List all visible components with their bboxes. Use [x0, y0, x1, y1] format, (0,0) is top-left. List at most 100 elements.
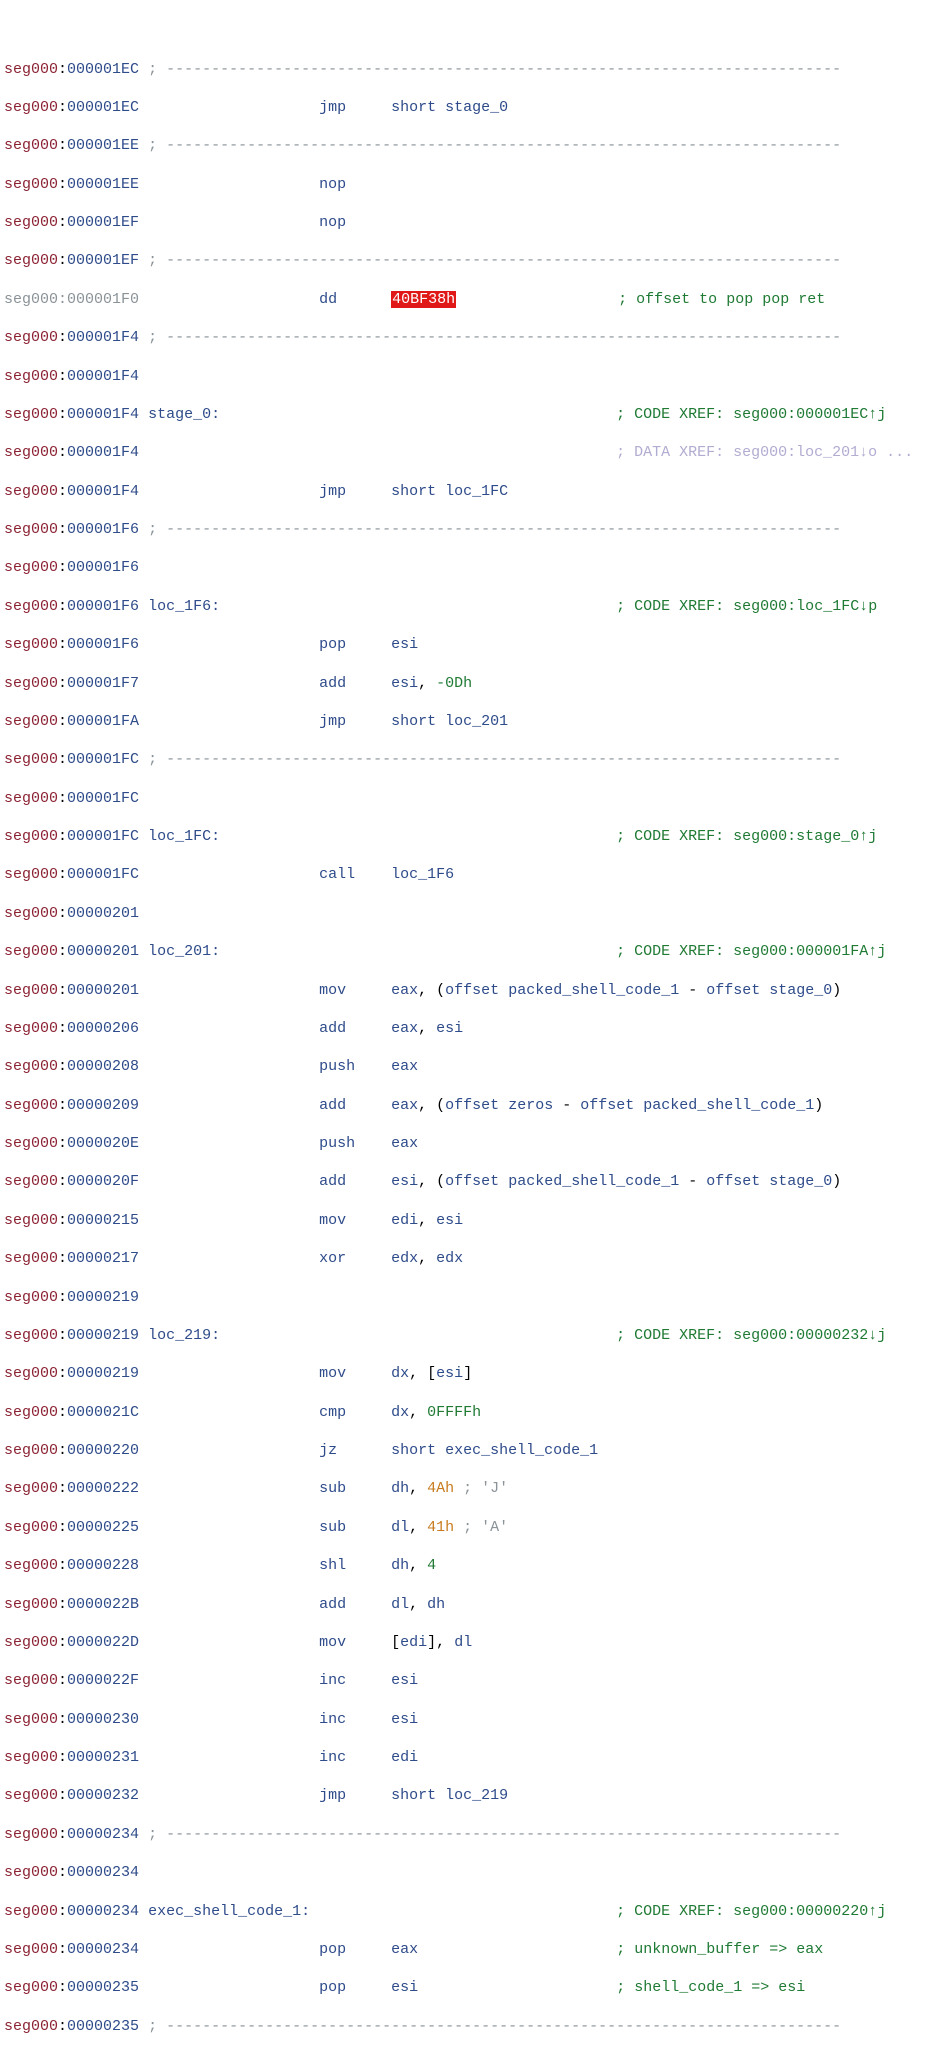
symbol-ref[interactable]: loc_219: — [148, 1327, 220, 1344]
symbol-ref[interactable]: loc_1F6: — [148, 598, 220, 615]
asm-line[interactable]: seg000:0000021C cmp dx, 0FFFFh — [4, 1403, 937, 1422]
asm-line[interactable]: seg000:00000235 pop esi ; shell_code_1 =… — [4, 1978, 937, 1997]
symbol-ref[interactable]: loc_1FC: — [148, 828, 220, 845]
symbol-ref[interactable]: loc_1FC — [445, 483, 508, 500]
asm-line[interactable]: seg000:000001F6 — [4, 558, 937, 577]
mnemonic: nop — [319, 176, 346, 193]
symbol-ref[interactable]: stage_0: — [148, 406, 220, 423]
register: dh — [427, 1596, 445, 1613]
xref-comment[interactable]: ; CODE XREF: seg000:stage_0↑j — [616, 828, 877, 845]
asm-line[interactable]: seg000:0000022D mov [edi], dl — [4, 1633, 937, 1652]
asm-line[interactable]: seg000:00000206 add eax, esi — [4, 1019, 937, 1038]
asm-line[interactable]: seg000:00000225 sub dl, 41h ; 'A' — [4, 1518, 937, 1537]
asm-line[interactable]: seg000:000001F4 jmp short loc_1FC — [4, 482, 937, 501]
asm-line[interactable]: seg000:00000209 add eax, (offset zeros -… — [4, 1096, 937, 1115]
asm-line[interactable]: seg000:000001EC jmp short stage_0 — [4, 98, 937, 117]
xref-comment[interactable]: ; CODE XREF: seg000:00000232↓j — [616, 1327, 886, 1344]
asm-line[interactable]: seg000:0000022F inc esi — [4, 1671, 937, 1690]
asm-line[interactable]: seg000:000001F4 — [4, 367, 937, 386]
asm-line[interactable]: seg000:000001FA jmp short loc_201 — [4, 712, 937, 731]
symbol-ref[interactable]: stage_0 — [769, 982, 832, 999]
register: esi — [436, 1365, 463, 1382]
symbol-ref[interactable]: loc_201 — [445, 713, 508, 730]
asm-line[interactable]: seg000:00000201 — [4, 904, 937, 923]
asm-line[interactable]: seg000:00000234 — [4, 1863, 937, 1882]
symbol-ref[interactable]: packed_shell_code_1 — [508, 982, 679, 999]
asm-line[interactable]: seg000:00000219 mov dx, [esi] — [4, 1364, 937, 1383]
asm-line[interactable]: seg000:0000020E push eax — [4, 1134, 937, 1153]
asm-line[interactable]: seg000:000001F4 ; DATA XREF: seg000:loc_… — [4, 443, 937, 462]
asm-line[interactable]: seg000:00000217 xor edx, edx — [4, 1249, 937, 1268]
asm-line[interactable]: seg000:00000219 loc_219: ; CODE XREF: se… — [4, 1326, 937, 1345]
asm-line[interactable]: seg000:00000231 inc edi — [4, 1748, 937, 1767]
symbol-ref[interactable]: packed_shell_code_1 — [508, 1173, 679, 1190]
asm-line[interactable]: seg000:00000235 ; ----------------------… — [4, 2017, 937, 2036]
symbol-ref[interactable]: exec_shell_code_1: — [148, 1903, 310, 1920]
symbol-ref[interactable]: stage_0 — [445, 99, 508, 116]
asm-line[interactable]: seg000:000001EF nop — [4, 213, 937, 232]
asm-line[interactable]: seg000:000001F0 dd 40BF38h ; offset to p… — [4, 290, 937, 309]
register: esi — [391, 1711, 418, 1728]
symbol-ref[interactable]: loc_201: — [148, 943, 220, 960]
register: eax — [391, 1020, 418, 1037]
asm-line[interactable]: seg000:000001F6 pop esi — [4, 635, 937, 654]
immediate: 41h — [427, 1519, 454, 1536]
xref-comment[interactable]: ; CODE XREF: seg000:loc_1FC↓p — [616, 598, 877, 615]
highlighted-value[interactable]: 40BF38h — [391, 291, 456, 308]
asm-line[interactable]: seg000:000001FC call loc_1F6 — [4, 865, 937, 884]
asm-line[interactable]: seg000:00000232 jmp short loc_219 — [4, 1786, 937, 1805]
register: esi — [436, 1020, 463, 1037]
immediate: 4Ah — [427, 1480, 454, 1497]
symbol-ref[interactable]: stage_0 — [769, 1173, 832, 1190]
asm-line[interactable]: seg000:00000219 — [4, 1288, 937, 1307]
symbol-ref[interactable]: loc_219 — [445, 1787, 508, 1804]
asm-line[interactable]: seg000:00000228 shl dh, 4 — [4, 1556, 937, 1575]
disassembly-listing[interactable]: seg000:000001EC ; ----------------------… — [4, 60, 937, 2048]
asm-line[interactable]: seg000:000001FC loc_1FC: ; CODE XREF: se… — [4, 827, 937, 846]
asm-line[interactable]: seg000:000001F4 stage_0: ; CODE XREF: se… — [4, 405, 937, 424]
mnemonic: mov — [319, 1212, 346, 1229]
asm-line[interactable]: seg000:00000230 inc esi — [4, 1710, 937, 1729]
symbol-ref[interactable]: exec_shell_code_1 — [445, 1442, 598, 1459]
asm-line[interactable]: seg000:000001EF ; ----------------------… — [4, 251, 937, 270]
symbol-ref[interactable]: packed_shell_code_1 — [643, 1097, 814, 1114]
asm-line[interactable]: seg000:000001F6 loc_1F6: ; CODE XREF: se… — [4, 597, 937, 616]
register: edi — [400, 1634, 427, 1651]
symbol-ref[interactable]: loc_1F6 — [391, 866, 454, 883]
asm-line[interactable]: seg000:00000208 push eax — [4, 1057, 937, 1076]
mnemonic: dd — [319, 291, 337, 308]
asm-line[interactable]: seg000:000001EC ; ----------------------… — [4, 60, 937, 79]
mnemonic: sub — [319, 1480, 346, 1497]
xref-comment[interactable]: ; DATA XREF: seg000:loc_201↓o ... — [616, 444, 913, 461]
asm-line[interactable]: seg000:0000020F add esi, (offset packed_… — [4, 1172, 937, 1191]
xref-comment[interactable]: ; CODE XREF: seg000:00000220↑j — [616, 1903, 886, 1920]
xref-comment[interactable]: ; CODE XREF: seg000:000001FA↑j — [616, 943, 886, 960]
asm-line[interactable]: seg000:00000234 ; ----------------------… — [4, 1825, 937, 1844]
asm-line[interactable]: seg000:00000201 loc_201: ; CODE XREF: se… — [4, 942, 937, 961]
asm-line[interactable]: seg000:000001FC ; ----------------------… — [4, 750, 937, 769]
asm-line[interactable]: seg000:000001EE nop — [4, 175, 937, 194]
symbol-ref[interactable]: zeros — [508, 1097, 553, 1114]
asm-line[interactable]: seg000:00000222 sub dh, 4Ah ; 'J' — [4, 1479, 937, 1498]
register: eax — [391, 1097, 418, 1114]
asm-line[interactable]: seg000:00000201 mov eax, (offset packed_… — [4, 981, 937, 1000]
mnemonic: sub — [319, 1519, 346, 1536]
mnemonic: add — [319, 1020, 346, 1037]
asm-line[interactable]: seg000:000001EE ; ----------------------… — [4, 136, 937, 155]
comment: ; unknown_buffer => eax — [616, 1941, 823, 1958]
mnemonic: mov — [319, 1365, 346, 1382]
asm-line[interactable]: seg000:000001F6 ; ----------------------… — [4, 520, 937, 539]
asm-line[interactable]: seg000:000001F4 ; ----------------------… — [4, 328, 937, 347]
asm-line[interactable]: seg000:000001FC — [4, 789, 937, 808]
register: esi — [391, 1979, 418, 1996]
register: dl — [454, 1634, 472, 1651]
register: eax — [391, 1941, 418, 1958]
register: eax — [391, 1135, 418, 1152]
asm-line[interactable]: seg000:00000215 mov edi, esi — [4, 1211, 937, 1230]
asm-line[interactable]: seg000:0000022B add dl, dh — [4, 1595, 937, 1614]
asm-line[interactable]: seg000:00000234 pop eax ; unknown_buffer… — [4, 1940, 937, 1959]
asm-line[interactable]: seg000:00000220 jz short exec_shell_code… — [4, 1441, 937, 1460]
asm-line[interactable]: seg000:00000234 exec_shell_code_1: ; COD… — [4, 1902, 937, 1921]
asm-line[interactable]: seg000:000001F7 add esi, -0Dh — [4, 674, 937, 693]
xref-comment[interactable]: ; CODE XREF: seg000:000001EC↑j — [616, 406, 886, 423]
